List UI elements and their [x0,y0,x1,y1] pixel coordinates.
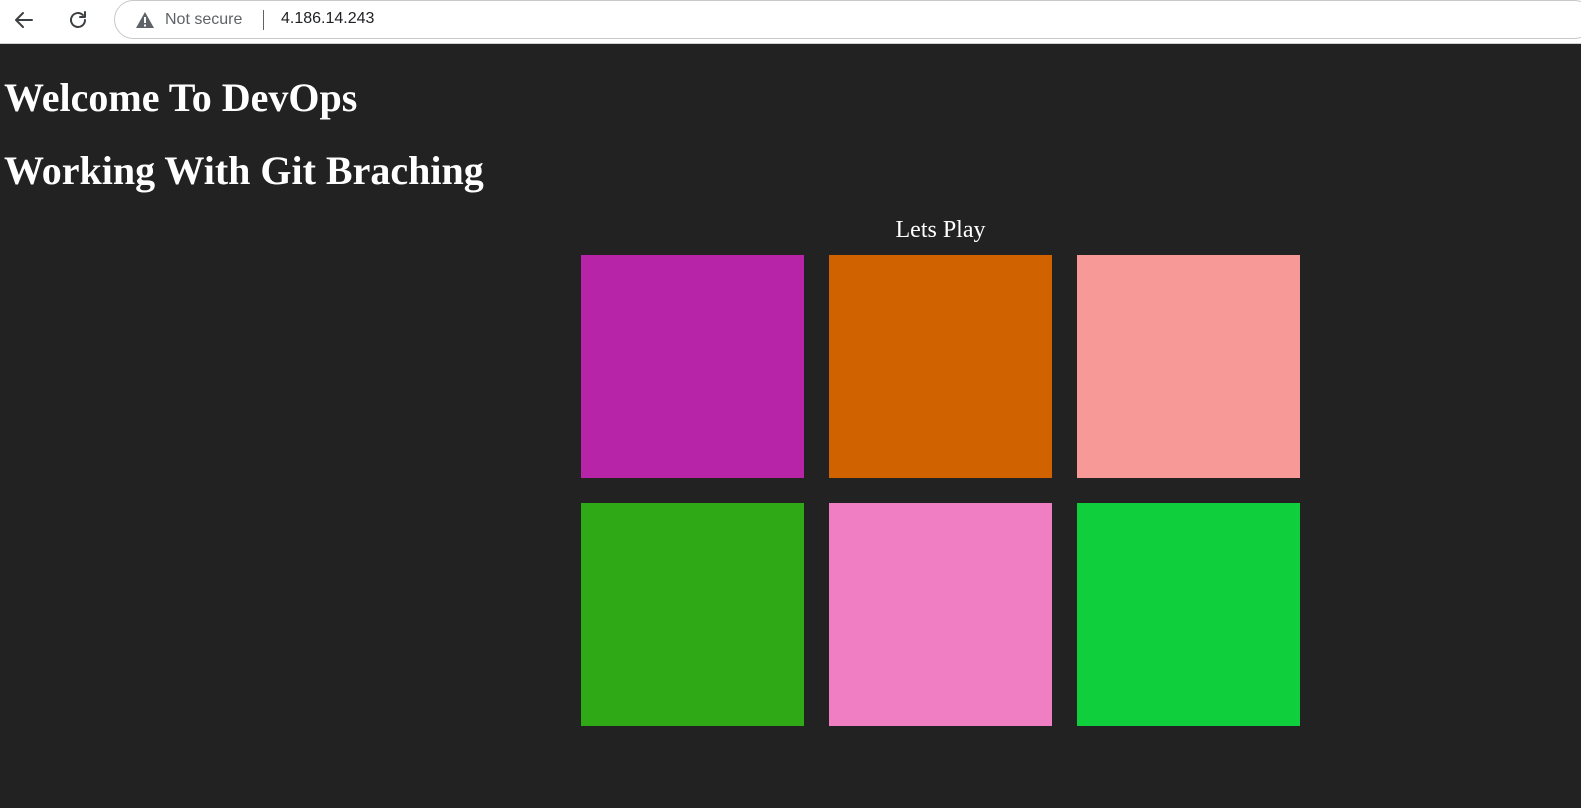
browser-toolbar: Not secure 4.186.14.243 [0,0,1581,44]
welcome-heading: Welcome To DevOps [4,75,358,120]
reload-icon [66,8,90,37]
back-button[interactable] [8,6,40,38]
lets-play-caption: Lets Play [895,217,986,243]
subtitle-heading: Working With Git Braching [4,148,484,193]
warning-icon [135,11,155,29]
page-content: Welcome To DevOps Working With Git Brach… [0,45,1581,808]
reload-button[interactable] [62,6,94,38]
color-tile-5[interactable] [829,503,1052,726]
address-bar[interactable]: Not secure 4.186.14.243 [114,0,1581,39]
color-tile-grid [581,255,1301,726]
security-indicator[interactable]: Not secure [135,9,242,31]
color-tile-3[interactable] [1077,255,1300,478]
color-tile-6[interactable] [1077,503,1300,726]
color-tile-1[interactable] [581,255,804,478]
address-separator [263,10,264,30]
color-tile-2[interactable] [829,255,1052,478]
url-text[interactable]: 4.186.14.243 [281,10,374,28]
security-label: Not secure [165,11,243,28]
arrow-left-icon [12,8,36,37]
color-tile-4[interactable] [581,503,804,726]
